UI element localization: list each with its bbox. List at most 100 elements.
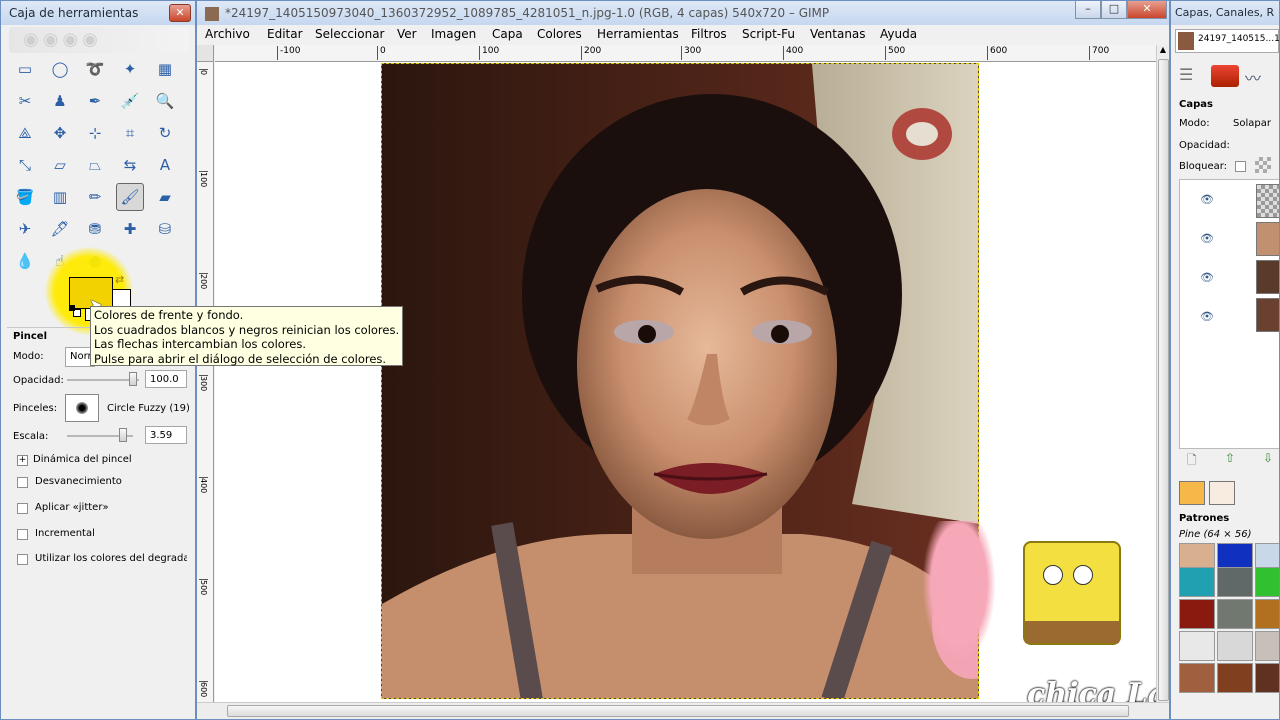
pattern-swatch[interactable] <box>1179 631 1215 661</box>
menu-ventanas[interactable]: Ventanas <box>810 27 866 41</box>
scroll-up-icon[interactable]: ▲ <box>1157 45 1169 57</box>
horizontal-scroll-thumb[interactable] <box>227 705 1129 717</box>
dynamics-expander-icon[interactable]: + <box>17 455 28 466</box>
menu-editar[interactable]: Editar <box>267 27 303 41</box>
pattern-swatch[interactable] <box>1255 631 1279 661</box>
crop-icon[interactable]: ⌗ <box>116 119 144 147</box>
airbrush-icon[interactable]: ✈ <box>11 215 39 243</box>
measure-icon[interactable]: ⟁ <box>11 119 39 147</box>
pattern-swatch[interactable] <box>1255 663 1279 693</box>
perspective-clone-icon[interactable]: ⛁ <box>151 215 179 243</box>
maximize-button[interactable]: □ <box>1101 1 1127 19</box>
foreground-select-icon[interactable]: ♟ <box>46 87 74 115</box>
menu-seleccionar[interactable]: Seleccionar <box>315 27 384 41</box>
bucket-fill-icon[interactable]: 🪣 <box>11 183 39 211</box>
new-layer-icon[interactable]: 🗋 <box>1187 451 1197 472</box>
gradient-colors-checkbox[interactable] <box>17 554 28 565</box>
opacity-slider-handle[interactable] <box>129 372 137 386</box>
pattern-swatch[interactable] <box>1217 631 1253 661</box>
fuzzy-select-icon[interactable]: ✦ <box>116 55 144 83</box>
pattern-swatch[interactable] <box>1255 599 1279 629</box>
fg-color-mini[interactable] <box>1179 481 1205 505</box>
jitter-checkbox[interactable] <box>17 503 28 514</box>
minimize-button[interactable]: – <box>1075 1 1101 19</box>
vertical-scroll-thumb[interactable] <box>1158 59 1169 701</box>
paintbrush-icon[interactable]: 🖌 <box>116 183 144 211</box>
zoom-icon[interactable]: 🔍 <box>151 87 179 115</box>
pattern-swatch[interactable] <box>1217 663 1253 693</box>
paths-icon[interactable]: ✒ <box>81 87 109 115</box>
perspective-icon[interactable]: ⏢ <box>81 151 109 179</box>
raise-layer-icon[interactable]: ⇧ <box>1225 451 1235 465</box>
ink-icon[interactable]: 🖋 <box>46 215 74 243</box>
menu-colores[interactable]: Colores <box>537 27 582 41</box>
pattern-swatch[interactable] <box>1255 567 1279 597</box>
menu-ver[interactable]: Ver <box>397 27 417 41</box>
rotate-icon[interactable]: ↻ <box>151 119 179 147</box>
image-titlebar[interactable]: *24197_1405150973040_1360372952_1089785_… <box>197 1 1169 25</box>
menu-scriptfu[interactable]: Script-Fu <box>742 27 795 41</box>
menu-archivo[interactable]: Archivo <box>205 27 250 41</box>
rect-select-icon[interactable]: ▭ <box>11 55 39 83</box>
text-icon[interactable]: A <box>151 151 179 179</box>
scale-slider-handle[interactable] <box>119 428 127 442</box>
color-select-icon[interactable]: ▦ <box>151 55 179 83</box>
color-picker-icon[interactable]: 💉 <box>116 87 144 115</box>
layer-visibility-eye-icon[interactable]: 👁 <box>1198 272 1216 284</box>
incremental-checkbox[interactable] <box>17 529 28 540</box>
blend-icon[interactable]: ▥ <box>46 183 74 211</box>
flip-icon[interactable]: ⇆ <box>116 151 144 179</box>
channels-tab-icon[interactable] <box>1211 65 1239 87</box>
photo-canvas[interactable] <box>381 63 979 699</box>
pattern-swatch[interactable] <box>1179 663 1215 693</box>
fade-checkbox[interactable] <box>17 477 28 488</box>
move-icon[interactable]: ✥ <box>46 119 74 147</box>
shear-icon[interactable]: ▱ <box>46 151 74 179</box>
pencil-icon[interactable]: ✏ <box>81 183 109 211</box>
layers-tab-icon[interactable]: ☰ <box>1179 65 1207 87</box>
vertical-scrollbar[interactable]: ▲ <box>1156 45 1169 703</box>
heal-icon[interactable]: ✚ <box>116 215 144 243</box>
dynamics-label[interactable]: Dinámica del pincel <box>33 454 132 465</box>
menu-imagen[interactable]: Imagen <box>431 27 476 41</box>
opacity-input[interactable]: 100.0 <box>145 370 187 388</box>
quick-mask-corner[interactable] <box>197 45 214 62</box>
pattern-swatch[interactable] <box>1217 599 1253 629</box>
layers-mode-select[interactable]: Solapar <box>1233 118 1271 129</box>
ellipse-select-icon[interactable]: ◯ <box>46 55 74 83</box>
horizontal-ruler[interactable]: -100 0 100 200 300 400 500 600 700 <box>215 45 1157 62</box>
scissors-icon[interactable]: ✂ <box>11 87 39 115</box>
toolbox-close-button[interactable]: ✕ <box>169 4 191 22</box>
layer-visibility-eye-icon[interactable]: 👁 <box>1198 233 1216 245</box>
pattern-swatch[interactable] <box>1179 567 1215 597</box>
vertical-ruler[interactable]: 0 100 200 300 400 500 600 <box>197 61 214 703</box>
clone-icon[interactable]: ⛃ <box>81 215 109 243</box>
layer-thumbnail[interactable] <box>1256 298 1279 332</box>
menu-herramientas[interactable]: Herramientas <box>597 27 679 41</box>
layer-visibility-eye-icon[interactable]: 👁 <box>1198 194 1216 206</box>
menu-filtros[interactable]: Filtros <box>691 27 727 41</box>
horizontal-scrollbar[interactable] <box>197 702 1169 719</box>
toolbox-titlebar[interactable]: Caja de herramientas <box>1 1 195 25</box>
layer-thumbnail[interactable] <box>1256 260 1279 294</box>
lock-pixels-checkbox[interactable] <box>1235 161 1246 172</box>
layer-thumbnail[interactable] <box>1256 184 1279 218</box>
image-selector[interactable]: 24197_140515...10 <box>1175 29 1279 53</box>
lower-layer-icon[interactable]: ⇩ <box>1263 451 1273 465</box>
layer-visibility-eye-icon[interactable]: 👁 <box>1198 311 1216 323</box>
scale-icon[interactable]: ⤡ <box>11 151 39 179</box>
bg-color-mini[interactable] <box>1209 481 1235 505</box>
layer-thumbnail[interactable] <box>1256 222 1279 256</box>
blur-icon[interactable]: 💧 <box>11 247 39 275</box>
menu-capa[interactable]: Capa <box>492 27 523 41</box>
close-button[interactable]: ✕ <box>1127 1 1167 19</box>
pattern-swatch[interactable] <box>1179 599 1215 629</box>
pattern-swatch[interactable] <box>1217 567 1253 597</box>
scale-input[interactable]: 3.59 <box>145 426 187 444</box>
lock-alpha-icon[interactable] <box>1255 157 1271 173</box>
reset-colors-icon[interactable] <box>69 305 81 317</box>
menu-ayuda[interactable]: Ayuda <box>880 27 917 41</box>
align-icon[interactable]: ⊹ <box>81 119 109 147</box>
free-select-icon[interactable]: ➰ <box>81 55 109 83</box>
dock-titlebar[interactable]: Capas, Canales, R <box>1171 1 1279 25</box>
